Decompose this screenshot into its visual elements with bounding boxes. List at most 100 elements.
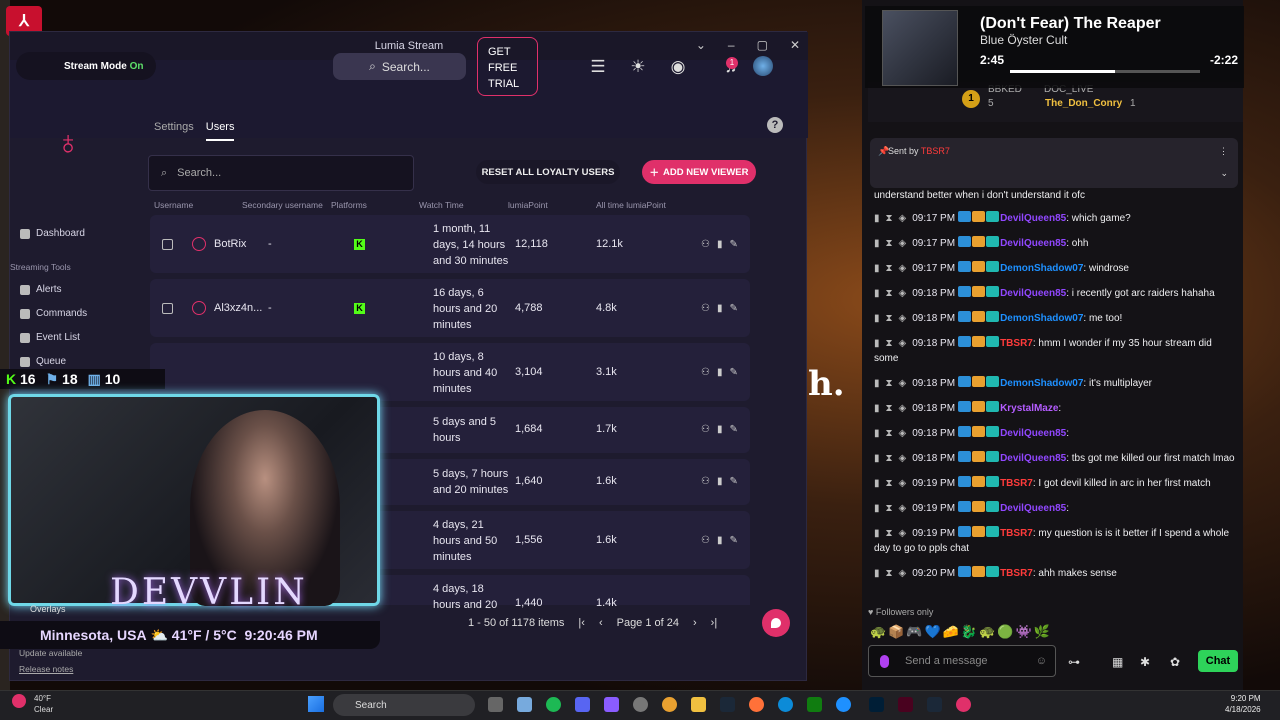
- table-row[interactable]: Al3xz4n... - K 16 days, 6 hours and 20 min…: [150, 279, 750, 337]
- shield-icon[interactable]: ◈: [899, 403, 907, 414]
- col-secondary[interactable]: Secondary username: [242, 200, 323, 210]
- task-view-icon[interactable]: [488, 697, 503, 712]
- update-available[interactable]: Update available: [19, 648, 82, 658]
- timeout-icon[interactable]: ⧗: [886, 428, 893, 439]
- trash-icon[interactable]: ▮: [717, 424, 723, 435]
- chrome-icon[interactable]: [662, 697, 677, 712]
- tab-users[interactable]: Users: [205, 121, 235, 141]
- weather-widget[interactable]: 40°F Clear: [34, 693, 53, 715]
- row-checkbox[interactable]: [162, 239, 173, 250]
- system-clock[interactable]: 9:20 PM 4/18/2026: [1225, 693, 1261, 715]
- edit-icon[interactable]: ✎: [729, 303, 737, 314]
- trash-icon[interactable]: ▮: [874, 528, 880, 539]
- extension-icon[interactable]: ✿: [1170, 655, 1180, 669]
- trash-icon[interactable]: ▮: [717, 239, 723, 250]
- trash-icon[interactable]: ▮: [874, 568, 880, 579]
- next-page-icon[interactable]: ›: [693, 617, 697, 629]
- table-row[interactable]: 10 days, 8 hours and 40 minutes 3,104 3.1k…: [150, 343, 750, 401]
- trash-icon[interactable]: ▮: [874, 238, 880, 249]
- photoshop-icon[interactable]: [869, 697, 884, 712]
- users-icon[interactable]: ⚇: [701, 476, 710, 487]
- col-alltime[interactable]: All time lumiaPoint: [596, 200, 666, 210]
- timeout-icon[interactable]: ⧗: [886, 568, 893, 579]
- users-icon[interactable]: ⚇: [701, 424, 710, 435]
- emoji-icon[interactable]: ☺: [1036, 655, 1047, 667]
- trash-icon[interactable]: ▮: [874, 478, 880, 489]
- trash-icon[interactable]: ▮: [874, 313, 880, 324]
- sidebar-item-dashboard[interactable]: Dashboard: [20, 228, 85, 239]
- help-icon[interactable]: ?: [767, 117, 783, 133]
- timeout-icon[interactable]: ⧗: [886, 453, 893, 464]
- edit-icon[interactable]: ✎: [729, 239, 737, 250]
- sidebar-item-alerts[interactable]: Alerts: [20, 284, 62, 295]
- timeout-icon[interactable]: ⧗: [886, 378, 893, 389]
- lightbulb-icon[interactable]: ☀: [628, 57, 648, 77]
- users-icon[interactable]: ⚇: [701, 239, 710, 250]
- collapse-icon[interactable]: ⌄: [696, 38, 706, 52]
- trash-icon[interactable]: ▮: [874, 428, 880, 439]
- prev-page-icon[interactable]: ‹: [599, 617, 603, 629]
- users-icon[interactable]: ⚇: [701, 303, 710, 314]
- sidebar-item-queue[interactable]: Queue: [20, 356, 66, 367]
- profile-avatar[interactable]: [753, 56, 773, 76]
- app-icon[interactable]: [604, 697, 619, 712]
- steam-icon[interactable]: [720, 697, 735, 712]
- trash-icon[interactable]: ▮: [874, 338, 880, 349]
- free-trial-button[interactable]: GET FREE TRIAL: [477, 37, 538, 96]
- sidebar-item-event-list[interactable]: Event List: [20, 332, 80, 343]
- timeout-icon[interactable]: ⧗: [886, 263, 893, 274]
- obs-icon[interactable]: [633, 697, 648, 712]
- tab-settings[interactable]: Settings: [154, 121, 194, 141]
- shield-icon[interactable]: ◈: [899, 213, 907, 224]
- edit-icon[interactable]: ✎: [729, 424, 737, 435]
- add-viewer-button[interactable]: ＋ ADD NEW VIEWER: [642, 160, 756, 184]
- chevron-down-icon[interactable]: ⌄: [1220, 168, 1228, 179]
- timeout-icon[interactable]: ⧗: [886, 338, 893, 349]
- row-checkbox[interactable]: [162, 303, 173, 314]
- users-icon[interactable]: ⚇: [701, 367, 710, 378]
- timeout-icon[interactable]: ⧗: [886, 503, 893, 514]
- shield-icon[interactable]: ◈: [899, 568, 907, 579]
- trash-icon[interactable]: ▮: [874, 263, 880, 274]
- edit-icon[interactable]: ✎: [729, 367, 737, 378]
- mic-icon[interactable]: [880, 655, 889, 668]
- chat-message-input[interactable]: Send a message ☺: [868, 645, 1056, 677]
- timeout-icon[interactable]: ⧗: [886, 528, 893, 539]
- shield-icon[interactable]: ◈: [899, 478, 907, 489]
- edit-icon[interactable]: ✎: [729, 535, 737, 546]
- shield-icon[interactable]: ◈: [899, 288, 907, 299]
- trash-icon[interactable]: ▮: [717, 535, 723, 546]
- trash-icon[interactable]: ▮: [874, 503, 880, 514]
- palette-icon[interactable]: ◉: [668, 57, 688, 77]
- shield-icon[interactable]: ◈: [899, 313, 907, 324]
- store-icon[interactable]: ▦: [1112, 655, 1123, 669]
- timeout-icon[interactable]: ⧗: [886, 213, 893, 224]
- shield-icon[interactable]: ◈: [899, 338, 907, 349]
- shield-icon[interactable]: ◈: [899, 503, 907, 514]
- trash-icon[interactable]: ▮: [874, 453, 880, 464]
- shield-icon[interactable]: ◈: [899, 453, 907, 464]
- col-username[interactable]: Username: [154, 200, 193, 210]
- shield-icon[interactable]: ◈: [899, 238, 907, 249]
- copilot-icon[interactable]: [517, 697, 532, 712]
- trash-icon[interactable]: ▮: [874, 378, 880, 389]
- chat-tools-icon[interactable]: ⊶: [1068, 655, 1080, 669]
- user-search-input[interactable]: ⌕ Search...: [148, 155, 414, 191]
- trash-icon[interactable]: ▮: [874, 213, 880, 224]
- timeout-icon[interactable]: ⧗: [886, 478, 893, 489]
- reset-loyalty-button[interactable]: RESET ALL LOYALTY USERS: [476, 160, 620, 184]
- browser-icon[interactable]: [836, 697, 851, 712]
- first-page-icon[interactable]: |‹: [578, 617, 585, 629]
- stream-mode-toggle[interactable]: Stream Mode On: [16, 52, 156, 80]
- shield-icon[interactable]: ◈: [899, 428, 907, 439]
- steam-client-icon[interactable]: [927, 697, 942, 712]
- file-explorer-icon[interactable]: [691, 697, 706, 712]
- edge-icon[interactable]: [778, 697, 793, 712]
- gear-icon[interactable]: ✱: [1140, 655, 1150, 669]
- maximize-icon[interactable]: ▢: [757, 38, 768, 52]
- users-icon[interactable]: ⚇: [701, 535, 710, 546]
- shield-icon[interactable]: ◈: [899, 528, 907, 539]
- emote-bar[interactable]: 🐢📦🎮💙🧀🐉🐢🟢👾🌿: [870, 624, 1052, 640]
- edit-icon[interactable]: ✎: [729, 476, 737, 487]
- col-platforms[interactable]: Platforms: [331, 200, 367, 210]
